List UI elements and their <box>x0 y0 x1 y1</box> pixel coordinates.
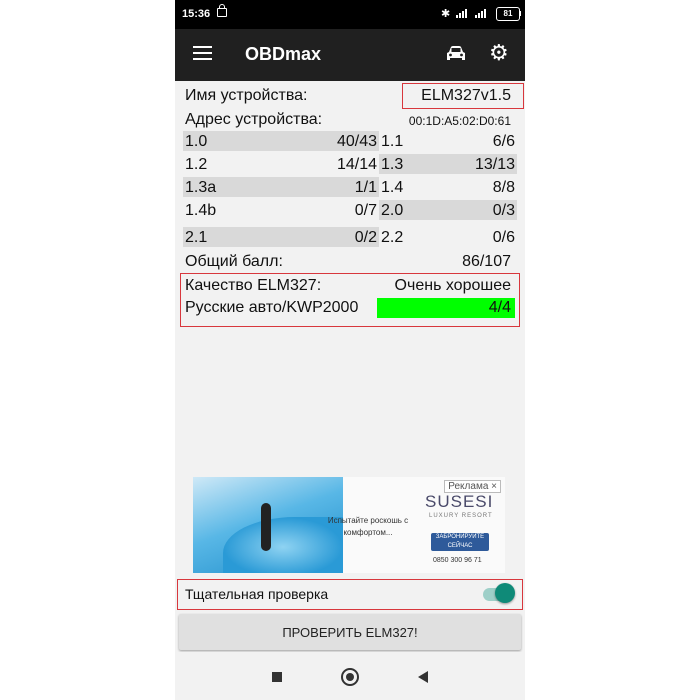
test-score: 0/2 <box>354 229 377 246</box>
ad-brand-logo: SUSESI <box>425 492 494 511</box>
russian-cars-label: Русские авто/KWP2000 <box>185 299 359 316</box>
thorough-check-label: Тщательная проверка <box>185 586 329 602</box>
russian-cars-value: 4/4 <box>488 299 511 316</box>
status-bar: 15:36 ✱ 81 <box>175 0 525 29</box>
lock-icon <box>217 4 227 17</box>
check-elm327-button[interactable]: ПРОВЕРИТЬ ELM327! <box>179 614 521 650</box>
total-score-row: Общий балл: 86/107 <box>183 250 517 272</box>
phone-screen: 15:36 ✱ 81 OBDmax ⚙ Имя устройства: ELM3… <box>175 0 525 700</box>
test-cell: 1.4b 0/7 <box>183 200 379 220</box>
test-id: 1.4b <box>185 202 217 219</box>
ad-banner[interactable]: Испытайте роскошь с комфортом... SUSESI … <box>193 477 505 573</box>
device-name-label: Имя устройства: <box>185 87 308 104</box>
test-id: 2.1 <box>185 229 208 246</box>
russian-cars-row: Русские авто/KWP2000 4/4 <box>183 296 517 318</box>
app-title: OBDmax <box>245 44 322 64</box>
ad-phone: 0850 300 96 71 <box>433 557 482 564</box>
test-cell: 2.1 0/2 <box>183 227 379 247</box>
test-score: 8/8 <box>492 179 515 196</box>
test-score: 1/1 <box>354 179 377 196</box>
quality-row: Качество ELM327: Очень хорошее <box>183 274 517 296</box>
test-score: 40/43 <box>336 133 377 150</box>
device-address-label: Адрес устройства: <box>185 111 323 128</box>
test-id: 2.0 <box>381 202 404 219</box>
thorough-check-row[interactable]: Тщательная проверка <box>177 579 523 609</box>
bluetooth-icon: ✱ <box>441 8 451 20</box>
test-row: 1.3a 1/1 1.4 8/8 <box>183 177 517 199</box>
device-name-highlight <box>402 83 524 109</box>
ad-person-image <box>261 503 271 551</box>
test-cell: 2.0 0/3 <box>379 200 517 220</box>
signal-icon <box>475 9 490 18</box>
test-score: 14/14 <box>336 156 377 173</box>
test-cell: 1.4 8/8 <box>379 177 517 197</box>
test-row: 1.2 14/14 1.3 13/13 <box>183 154 517 176</box>
total-score-label: Общий балл: <box>185 253 283 270</box>
thorough-check-switch-thumb[interactable] <box>495 583 515 603</box>
test-cell: 1.2 14/14 <box>183 154 379 174</box>
ad-slogan: Испытайте роскошь с комфортом... <box>327 516 409 537</box>
test-row: 1.4b 0/7 2.0 0/3 <box>183 200 517 222</box>
test-id: 1.4 <box>381 179 404 196</box>
test-cell: 2.2 0/6 <box>379 227 517 247</box>
total-score-value: 86/107 <box>462 253 511 270</box>
test-row: 2.1 0/2 2.2 0/6 <box>183 227 517 249</box>
test-id: 1.3 <box>381 156 404 173</box>
test-score: 0/6 <box>492 229 515 246</box>
test-score: 6/6 <box>492 133 515 150</box>
ad-close-badge[interactable]: Реклама × <box>444 480 501 493</box>
menu-icon[interactable] <box>193 46 212 60</box>
test-id: 1.1 <box>381 133 404 150</box>
signal-icon <box>456 9 471 18</box>
status-time: 15:36 <box>182 8 211 20</box>
quality-value: Очень хорошее <box>394 277 511 294</box>
back-icon[interactable] <box>418 671 428 683</box>
device-address-row: Адрес устройства: 00:1D:A5:02:D0:61 <box>183 108 517 130</box>
quality-label: Качество ELM327: <box>185 277 322 294</box>
test-score: 0/7 <box>354 202 377 219</box>
app-bar: OBDmax ⚙ <box>175 29 525 81</box>
battery-tip <box>519 11 521 16</box>
test-cell: 1.3a 1/1 <box>183 177 379 197</box>
test-score: 0/3 <box>492 202 515 219</box>
gear-icon[interactable]: ⚙ <box>489 42 509 64</box>
test-cell: 1.0 40/43 <box>183 131 379 151</box>
car-icon[interactable] <box>445 45 467 63</box>
test-row: 1.0 40/43 1.1 6/6 <box>183 131 517 153</box>
test-score: 13/13 <box>474 156 515 173</box>
test-id: 1.2 <box>185 156 208 173</box>
home-icon[interactable] <box>341 668 359 686</box>
test-id: 1.3a <box>185 179 217 196</box>
ad-cta-button[interactable]: ЗАБРОНИРУЙТЕ СЕЙЧАС <box>431 533 489 551</box>
recent-apps-icon[interactable] <box>272 672 282 682</box>
ad-brand-subtitle: LUXURY RESORT <box>429 513 493 519</box>
device-address-value: 00:1D:A5:02:D0:61 <box>408 114 511 128</box>
system-nav-bar <box>175 652 525 700</box>
test-id: 2.2 <box>381 229 404 246</box>
battery-icon: 81 <box>496 7 520 21</box>
test-id: 1.0 <box>185 133 208 150</box>
test-cell: 1.1 6/6 <box>379 131 517 151</box>
test-cell: 1.3 13/13 <box>379 154 517 174</box>
